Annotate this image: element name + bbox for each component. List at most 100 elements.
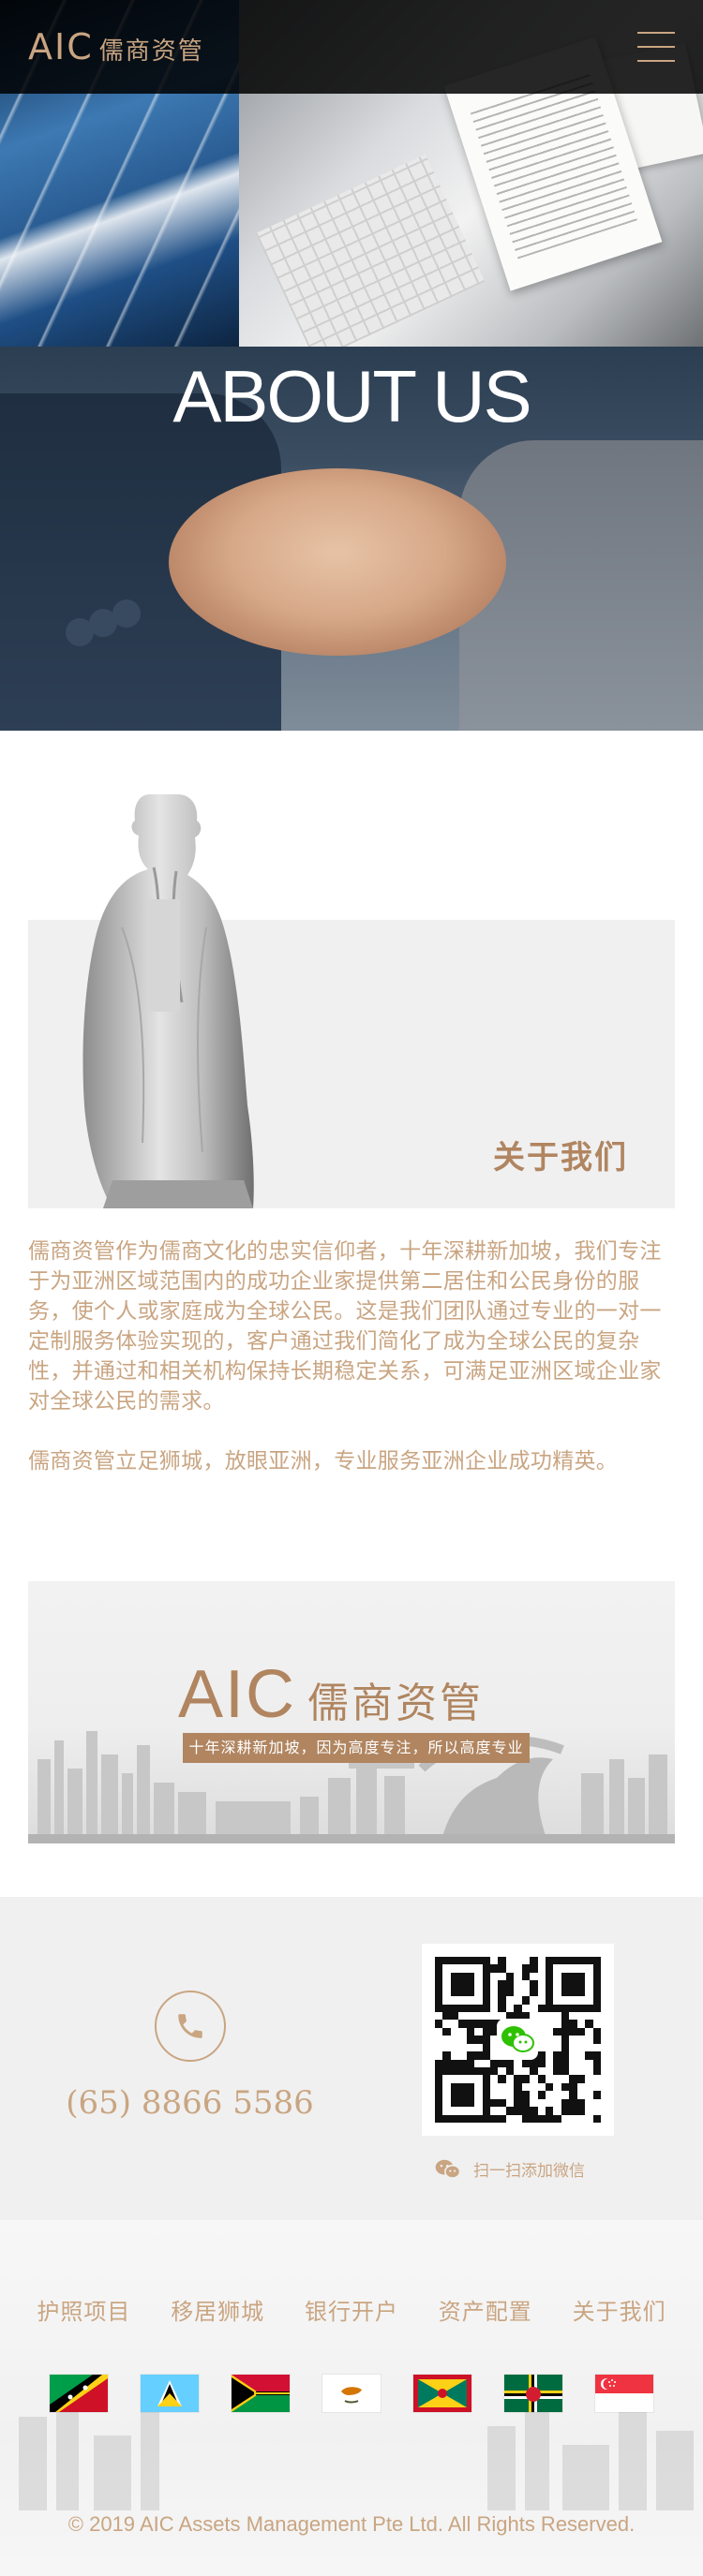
qr-module (435, 2091, 443, 2099)
qr-module (530, 1980, 538, 1989)
qr-module (467, 2012, 474, 2020)
flag-saint-kitts-icon[interactable] (49, 2375, 108, 2412)
banner-logo: AIC 儒商资管 (178, 1656, 484, 1733)
qr-module (474, 2107, 482, 2114)
qr-module (522, 2005, 530, 2012)
qr-module (537, 2051, 546, 2060)
flag-cyprus-icon[interactable] (322, 2375, 381, 2412)
flag-dominica-icon[interactable] (504, 2375, 563, 2412)
qr-module (506, 2091, 514, 2098)
flag-singapore-icon[interactable] (595, 2375, 654, 2412)
flag-saint-lucia-icon[interactable] (140, 2375, 199, 2412)
qr-module (435, 2012, 442, 2020)
qr-module (553, 1996, 561, 2004)
qr-module (561, 2012, 570, 2021)
qr-module (546, 2036, 553, 2043)
qr-module (585, 2083, 592, 2091)
qr-module (483, 2012, 490, 2020)
qr-module (569, 1964, 576, 1972)
qr-module (442, 2083, 450, 2091)
qr-module (546, 1980, 554, 1989)
qr-module (435, 2020, 443, 2028)
footer-link-about[interactable]: 关于我们 (573, 2293, 666, 2326)
qr-module (482, 2098, 490, 2108)
qr-module (553, 2044, 561, 2051)
qr-module (474, 2028, 482, 2036)
qr-module (458, 1996, 466, 2004)
qr-module (577, 1964, 585, 1972)
qr-module (498, 2107, 505, 2114)
qr-module (451, 2036, 458, 2043)
qr-module (451, 2075, 458, 2082)
qr-module (561, 2051, 570, 2060)
qr-module (593, 2020, 601, 2027)
qr-module (585, 1964, 592, 1972)
qr-module (576, 2075, 586, 2083)
qr-module (546, 2067, 553, 2075)
copyright-text: © 2019 AIC Assets Management Pte Ltd. Al… (67, 2512, 636, 2536)
qr-module (483, 2060, 490, 2067)
qr-module (546, 2091, 553, 2098)
qr-module (569, 1988, 577, 1997)
about-section: 关于我们 儒商资管作为儒商文化的忠实信仰者，十年深耕新加坡，我们专注于为亚洲区域… (0, 731, 703, 1574)
qr-module (506, 2005, 514, 2012)
qr-module (561, 2043, 570, 2052)
qr-module (592, 1980, 601, 1989)
qr-module (482, 1972, 490, 1981)
qr-module (585, 1989, 592, 1996)
qr-module (474, 2067, 483, 2076)
qr-module (442, 2027, 451, 2036)
hamburger-menu-icon[interactable] (637, 32, 675, 62)
qr-module (466, 2004, 475, 2012)
qr-module (530, 2059, 538, 2067)
qr-module (435, 2059, 443, 2067)
qr-module (458, 2051, 466, 2059)
qr-module (561, 2020, 570, 2028)
qr-module (466, 2114, 475, 2123)
qr-module (553, 2036, 561, 2043)
qr-module (585, 2060, 592, 2067)
qr-module (537, 2059, 546, 2067)
qr-module (490, 1957, 498, 1964)
about-paragraph: 儒商资管作为儒商文化的忠实信仰者，十年深耕新加坡，我们专注于为亚洲区域范围内的成… (28, 1239, 662, 1414)
qr-module (451, 2020, 458, 2027)
qr-module (442, 2036, 450, 2043)
qr-module (530, 2091, 537, 2098)
qr-module (553, 1980, 561, 1988)
qr-module (576, 1957, 586, 1965)
footer-link-banking[interactable]: 银行开户 (305, 2293, 398, 2326)
qr-module (442, 2020, 450, 2027)
footer-link-passport[interactable]: 护照项目 (37, 2293, 130, 2326)
qr-module (538, 2028, 546, 2036)
qr-module (514, 1980, 521, 1988)
qr-module (576, 1980, 586, 1989)
flag-vanuatu-icon[interactable] (231, 2375, 290, 2412)
qr-module (451, 1964, 458, 1972)
qr-module (553, 2020, 561, 2027)
qr-module (577, 2012, 585, 2020)
qr-module (585, 1980, 592, 1988)
qr-module (498, 2059, 506, 2067)
qr-module (474, 2012, 482, 2020)
qr-module (490, 2107, 498, 2114)
qr-module (569, 2091, 577, 2099)
qr-module (576, 2004, 586, 2012)
qr-module (592, 2036, 601, 2044)
footer-link-assets[interactable]: 资产配置 (439, 2293, 532, 2326)
site-logo[interactable]: AIC 儒商资管 (28, 26, 204, 67)
qr-module (553, 2107, 561, 2114)
qr-module (553, 1964, 561, 1972)
qr-module (466, 1972, 475, 1981)
qr-module (474, 2083, 482, 2091)
qr-module (585, 2044, 592, 2051)
qr-module (569, 2067, 576, 2075)
qr-module (546, 2012, 553, 2020)
hero-title: ABOUT US (172, 355, 531, 437)
footer-link-relocate[interactable]: 移居狮城 (171, 2293, 264, 2326)
phone-number[interactable]: (65) 8866 5586 (28, 2084, 352, 2122)
qr-module (538, 2083, 546, 2091)
qr-module (498, 1957, 506, 1965)
flag-grenada-icon[interactable] (413, 2375, 472, 2412)
qr-module (498, 2083, 505, 2091)
phone-icon[interactable] (155, 1991, 226, 2062)
